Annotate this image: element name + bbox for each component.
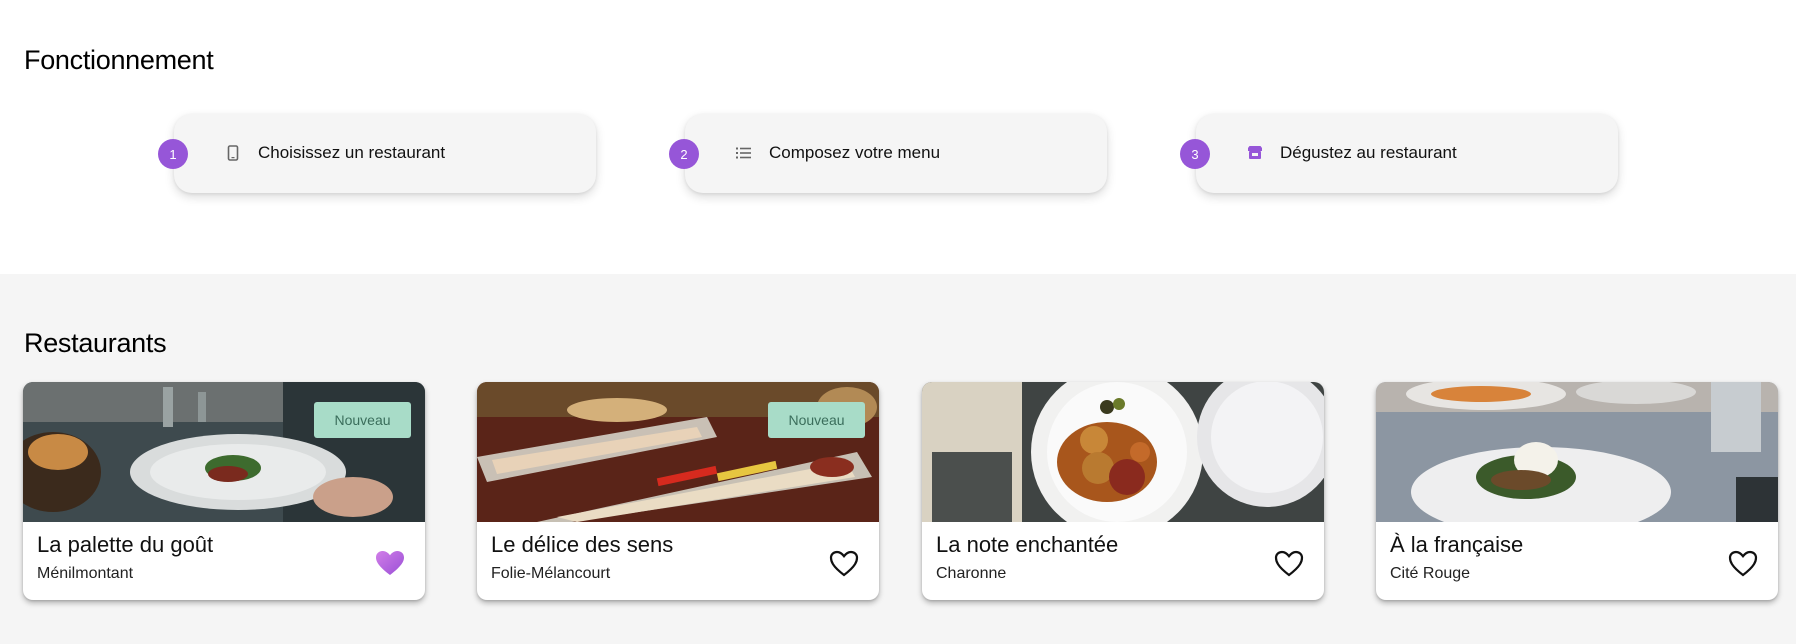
phone-icon [224,144,242,162]
restaurant-area: Cité Rouge [1390,565,1471,582]
new-badge: Nouveau [314,402,411,438]
step-number-badge: 3 [1180,139,1210,169]
heart-outline-icon[interactable] [1728,550,1758,578]
heart-outline-icon[interactable] [1274,550,1304,578]
new-badge: Nouveau [768,402,865,438]
restaurant-name: À la française [1390,532,1524,557]
restaurant-area: Charonne [936,565,1007,582]
step-card-1: 1 Choisissez un restaurant [158,114,596,193]
how-it-works-title: Fonctionnement [24,45,214,75]
restaurant-card[interactable]: Nouveau Le délice des sens Folie-Mélanco… [477,382,879,600]
step-number-badge: 2 [669,139,699,169]
restaurants-title: Restaurants [24,328,167,358]
step-label: Dégustez au restaurant [1280,143,1457,162]
heart-outline-icon[interactable] [829,550,859,578]
restaurant-card[interactable]: À la française Cité Rouge [1376,382,1778,600]
step-label: Composez votre menu [769,143,941,162]
list-icon [735,144,753,162]
restaurant-card[interactable]: La note enchantée Charonne [922,382,1324,600]
restaurant-name: La note enchantée [936,532,1119,557]
restaurant-photo [1376,382,1778,522]
heart-filled-icon[interactable] [375,550,405,578]
restaurant-card[interactable]: Nouveau La palette du goût Ménilmontant [23,382,425,600]
restaurant-photo [922,382,1324,522]
step-card-3: 3 Dégustez au restaurant [1180,114,1618,193]
step-number-badge: 1 [158,139,188,169]
restaurant-name: Le délice des sens [491,532,674,557]
restaurant-area: Folie-Mélancourt [491,565,611,582]
store-icon [1246,144,1264,162]
restaurants-section: Restaurants Nouveau La palette du goût M… [0,274,1796,644]
restaurant-area: Ménilmontant [37,565,134,582]
restaurant-name: La palette du goût [37,532,214,557]
how-it-works-section: Fonctionnement 1 Choisissez un restauran… [0,0,1796,274]
step-label: Choisissez un restaurant [258,143,446,162]
step-card-2: 2 Composez votre menu [669,114,1107,193]
